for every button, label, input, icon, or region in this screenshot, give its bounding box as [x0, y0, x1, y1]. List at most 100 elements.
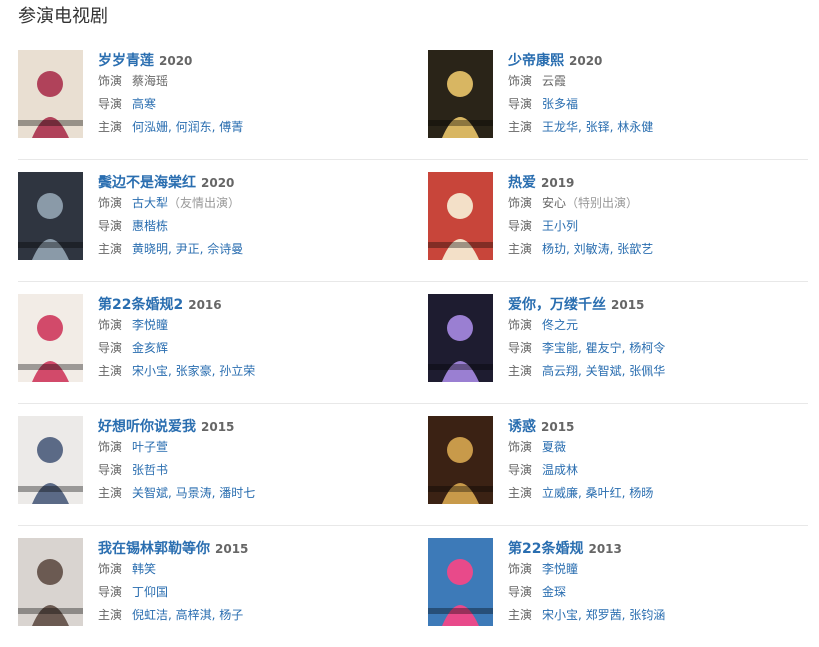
director-value[interactable]: 金琛 [542, 585, 566, 599]
director-line: 导演 李宝能, 瞿友宁, 杨柯令 [508, 337, 808, 360]
poster-image[interactable] [428, 538, 493, 626]
director-value[interactable]: 惠楷栋 [132, 219, 168, 233]
show-year: 2013 [588, 542, 622, 556]
starring-label: 主演 [508, 242, 533, 256]
poster-graphic [18, 416, 83, 504]
starring-label: 主演 [98, 608, 123, 622]
show-title-link[interactable]: 少帝康熙 [508, 53, 564, 69]
poster-image[interactable] [428, 172, 493, 260]
show-item: 鬓边不是海棠红 2020 饰演 古大犁（友情出演） 导演 惠楷栋 主演 黄晓明, 尹正,… [18, 172, 398, 267]
poster-graphic [428, 172, 493, 260]
role-label: 饰演 [98, 440, 123, 454]
director-value[interactable]: 丁仰国 [132, 585, 168, 599]
director-value[interactable]: 王小列 [542, 219, 578, 233]
director-label: 导演 [508, 585, 533, 599]
starring-value[interactable]: 高云翔, 关智斌, 张佩华 [542, 364, 665, 378]
starring-value[interactable]: 立威廉, 桑叶红, 杨旸 [542, 486, 653, 500]
show-title-link[interactable]: 诱惑 [508, 419, 536, 435]
director-line: 导演 张多福 [508, 93, 808, 116]
show-year: 2015 [541, 420, 575, 434]
show-title-link[interactable]: 热爱 [508, 175, 536, 191]
tv-show-list: 岁岁青莲 2020 饰演 蔡海瑶 导演 高寒 主演 何泓姗, 何润东, 傅菁 少帝康熙 2… [18, 38, 808, 647]
director-value[interactable]: 张哲书 [132, 463, 168, 477]
starring-label: 主演 [98, 120, 123, 134]
role-line: 饰演 李悦瞳 [98, 314, 398, 337]
starring-value[interactable]: 关智斌, 马景涛, 潘时七 [132, 486, 255, 500]
show-year: 2020 [569, 54, 603, 68]
director-value[interactable]: 高寒 [132, 97, 156, 111]
role-value[interactable]: 古大犁 [132, 196, 168, 210]
show-item: 热爱 2019 饰演 安心（特别出演） 导演 王小列 主演 杨玏, 刘敏涛, 张歆艺 [428, 172, 808, 267]
role-value[interactable]: 韩笑 [132, 562, 156, 576]
show-year: 2015 [201, 420, 235, 434]
role-value: 安心 [542, 196, 567, 210]
show-title-link[interactable]: 第22条婚规2 [98, 297, 183, 313]
starring-value[interactable]: 宋小宝, 郑罗茜, 张钧涵 [542, 608, 665, 622]
director-label: 导演 [508, 219, 533, 233]
director-value[interactable]: 金亥辉 [132, 341, 168, 355]
poster-image[interactable] [428, 50, 493, 138]
show-item: 第22条婚规 2013 饰演 李悦瞳 导演 金琛 主演 宋小宝, 郑罗茜, 张钧涵 [428, 538, 808, 633]
director-line: 导演 温成林 [508, 459, 808, 482]
starring-value[interactable]: 黄晓明, 尹正, 佘诗曼 [132, 242, 243, 256]
starring-label: 主演 [508, 120, 533, 134]
page-title: 参演电视剧 [18, 6, 108, 27]
show-info: 第22条婚规 2013 饰演 李悦瞳 导演 金琛 主演 宋小宝, 郑罗茜, 张钧涵 [508, 538, 808, 627]
show-info: 好想听你说爱我 2015 饰演 叶子萱 导演 张哲书 主演 关智斌, 马景涛, 潘时七 [98, 416, 398, 505]
role-label: 饰演 [98, 196, 123, 210]
starring-value[interactable]: 何泓姗, 何润东, 傅菁 [132, 120, 243, 134]
role-value[interactable]: 佟之元 [542, 318, 578, 332]
starring-line: 主演 何泓姗, 何润东, 傅菁 [98, 116, 398, 139]
show-info: 诱惑 2015 饰演 夏薇 导演 温成林 主演 立威廉, 桑叶红, 杨旸 [508, 416, 808, 505]
show-info: 第22条婚规2 2016 饰演 李悦瞳 导演 金亥辉 主演 宋小宝, 张家豪, 孙立荣 [98, 294, 398, 383]
role-value: 蔡海瑶 [132, 74, 169, 88]
role-line: 饰演 蔡海瑶 [98, 70, 398, 93]
show-item: 爱你，万缕千丝 2015 饰演 佟之元 导演 李宝能, 瞿友宁, 杨柯令 主演 高云翔,… [428, 294, 808, 389]
show-info: 鬓边不是海棠红 2020 饰演 古大犁（友情出演） 导演 惠楷栋 主演 黄晓明, 尹正,… [98, 172, 398, 261]
poster-image[interactable] [18, 294, 83, 382]
starring-label: 主演 [98, 242, 123, 256]
show-title-link[interactable]: 鬓边不是海棠红 [98, 175, 196, 191]
starring-label: 主演 [98, 486, 123, 500]
show-title-link[interactable]: 我在锡林郭勒等你 [98, 541, 210, 557]
director-value[interactable]: 李宝能, 瞿友宁, 杨柯令 [542, 341, 665, 355]
starring-line: 主演 黄晓明, 尹正, 佘诗曼 [98, 238, 398, 261]
director-label: 导演 [508, 341, 533, 355]
director-value[interactable]: 张多福 [542, 97, 578, 111]
starring-value[interactable]: 倪虹洁, 高梓淇, 杨子 [132, 608, 243, 622]
poster-image[interactable] [18, 538, 83, 626]
role-line: 饰演 夏薇 [508, 436, 808, 459]
show-item: 好想听你说爱我 2015 饰演 叶子萱 导演 张哲书 主演 关智斌, 马景涛, 潘时七 [18, 416, 398, 511]
role-line: 饰演 李悦瞳 [508, 558, 808, 581]
role-note: （特别出演） [566, 196, 639, 210]
show-year: 2015 [215, 542, 249, 556]
role-value[interactable]: 夏薇 [542, 440, 566, 454]
show-year: 2019 [541, 176, 575, 190]
director-line: 导演 丁仰国 [98, 581, 398, 604]
role-line: 饰演 云霞 [508, 70, 808, 93]
poster-image[interactable] [18, 50, 83, 138]
show-title-link[interactable]: 好想听你说爱我 [98, 419, 196, 435]
director-label: 导演 [98, 97, 123, 111]
director-line: 导演 张哲书 [98, 459, 398, 482]
role-line: 饰演 古大犁（友情出演） [98, 192, 398, 215]
show-item: 诱惑 2015 饰演 夏薇 导演 温成林 主演 立威廉, 桑叶红, 杨旸 [428, 416, 808, 511]
show-title-link[interactable]: 第22条婚规 [508, 541, 583, 557]
poster-image[interactable] [428, 416, 493, 504]
director-value[interactable]: 温成林 [542, 463, 578, 477]
poster-image[interactable] [428, 294, 493, 382]
poster-image[interactable] [18, 172, 83, 260]
starring-value[interactable]: 杨玏, 刘敏涛, 张歆艺 [542, 242, 653, 256]
role-value[interactable]: 李悦瞳 [132, 318, 168, 332]
show-title-link[interactable]: 岁岁青莲 [98, 53, 154, 69]
role-value[interactable]: 李悦瞳 [542, 562, 578, 576]
poster-graphic [18, 50, 83, 138]
starring-value[interactable]: 宋小宝, 张家豪, 孙立荣 [132, 364, 255, 378]
role-value[interactable]: 叶子萱 [132, 440, 168, 454]
starring-value[interactable]: 王龙华, 张铎, 林永健 [542, 120, 653, 134]
poster-image[interactable] [18, 416, 83, 504]
show-info: 热爱 2019 饰演 安心（特别出演） 导演 王小列 主演 杨玏, 刘敏涛, 张歆艺 [508, 172, 808, 261]
poster-graphic [18, 172, 83, 260]
list-row: 第22条婚规2 2016 饰演 李悦瞳 导演 金亥辉 主演 宋小宝, 张家豪, 孙立荣 … [18, 282, 808, 404]
show-title-link[interactable]: 爱你，万缕千丝 [508, 297, 606, 313]
